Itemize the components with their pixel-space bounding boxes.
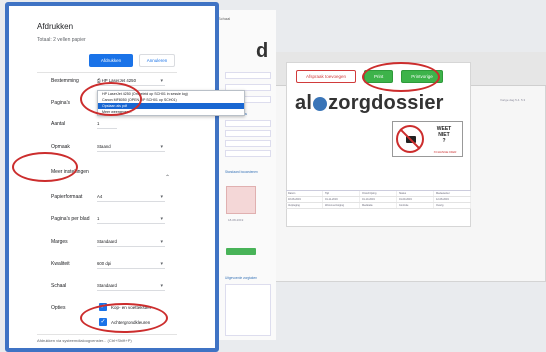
preview-label: Schaal bbox=[218, 16, 231, 21]
dropdown-option[interactable]: Meer weergeven... bbox=[98, 109, 244, 115]
divider bbox=[37, 334, 177, 335]
marges-value: Standaard bbox=[97, 239, 117, 244]
table-cell: 01-09-2019 bbox=[397, 197, 434, 202]
preview-alert-box bbox=[226, 186, 256, 214]
table-cell: Wond-verzorging bbox=[323, 203, 360, 208]
kwaliteit-value: 600 dpi bbox=[97, 261, 112, 266]
printer-dropdown: HP LaserJet 4250 (Omgeleid op SCH01 in s… bbox=[97, 90, 245, 116]
aantal-input[interactable]: 1 bbox=[97, 119, 117, 129]
row-label: Kwaliteit bbox=[51, 261, 70, 267]
afdrukken-button[interactable]: Afdrukken bbox=[89, 54, 133, 67]
table-cell: 01-10-2019 bbox=[360, 197, 397, 202]
weet-niet-panel: WEET NIET ? XCHANGE DIER bbox=[392, 121, 463, 157]
background-colors-checkbox[interactable]: ✓ bbox=[99, 318, 107, 326]
screenshot-canvas: Vorige dag 5.4. 5.3 Afspraak toevoegen P… bbox=[0, 0, 546, 352]
meer-instellingen-toggle[interactable]: Meer instellingen bbox=[51, 169, 89, 175]
weet-sub: XCHANGE DIER bbox=[433, 150, 457, 154]
preview-field bbox=[225, 140, 271, 147]
preview-section-heading: Uitgevoerde zorgtaken bbox=[225, 276, 258, 280]
table-cell: Overig bbox=[434, 203, 471, 208]
chevron-down-icon: ▾ bbox=[160, 239, 163, 245]
weet-line-3: ? bbox=[442, 138, 446, 144]
chevron-down-icon: ▾ bbox=[160, 144, 163, 150]
table-cell: Medewerker bbox=[434, 191, 471, 196]
preview-field bbox=[225, 120, 271, 127]
preview-list bbox=[225, 284, 271, 336]
table-cell: Verpleging bbox=[286, 203, 323, 208]
opmaak-value: Staand bbox=[97, 144, 111, 149]
print-button[interactable]: Print bbox=[364, 70, 394, 83]
schaal-value: Standaard bbox=[97, 283, 117, 288]
chevron-down-icon: ▾ bbox=[160, 216, 163, 222]
schaal-select[interactable]: Standaard ▾ bbox=[97, 281, 165, 291]
background-colors-label: Achtergrondkleuren bbox=[111, 320, 151, 325]
brand-prefix: al bbox=[295, 92, 313, 114]
afspraak-button[interactable]: Afspraak toevoegen bbox=[296, 70, 357, 83]
headers-footers-label: Kop- en voetteksten bbox=[111, 305, 152, 310]
table-cell: Controle bbox=[397, 203, 434, 208]
headers-footers-checkbox[interactable]: ✓ bbox=[99, 303, 107, 311]
opmaak-select[interactable]: Staand ▾ bbox=[97, 142, 165, 152]
table-cell: Omschrijving bbox=[360, 191, 397, 196]
annuleren-button[interactable]: Annuleren bbox=[139, 54, 175, 67]
row-label: Papierformaat bbox=[51, 194, 83, 200]
divider bbox=[37, 72, 177, 73]
row-label: Pagina's per blad bbox=[51, 216, 90, 222]
dialog-title: Afdrukken bbox=[37, 22, 74, 31]
row-label: Schaal bbox=[51, 283, 67, 289]
papierformaat-value: A4 bbox=[97, 194, 103, 199]
table-cell: Status bbox=[397, 191, 434, 196]
preview-date: 18-08-2019 bbox=[228, 218, 244, 222]
row-label: Marges bbox=[51, 239, 68, 245]
kwaliteit-select[interactable]: 600 dpi ▾ bbox=[97, 259, 165, 269]
row-label: Pagina's bbox=[51, 100, 71, 106]
table-cell: 18-08-2019 bbox=[286, 197, 323, 202]
background-toolbar: Afspraak toevoegen Print Printvorige bbox=[296, 70, 443, 83]
row-label: Aantal bbox=[51, 121, 66, 127]
dialog-subtitle: Totaal: 2 vellen papier bbox=[37, 37, 86, 43]
weet-niet-text: WEET NIET ? bbox=[430, 126, 458, 144]
brand-suffix: zorgdossier bbox=[328, 92, 444, 114]
preview-field bbox=[225, 130, 271, 137]
table-cell: 12-08-2019 bbox=[434, 197, 471, 202]
chevron-up-icon[interactable]: ⌃ bbox=[165, 174, 170, 181]
chevron-down-icon: ▾ bbox=[160, 283, 163, 289]
preview-big-letter: d bbox=[256, 40, 269, 62]
preview-field bbox=[225, 72, 271, 79]
row-label: Opmaak bbox=[51, 144, 70, 150]
row-label: Opties bbox=[51, 305, 66, 311]
brand-logo-icon bbox=[313, 97, 328, 111]
bestemming-select[interactable]: ⎙ HP LaserJet 4250 ▾ bbox=[97, 76, 165, 86]
table-cell: Tijd bbox=[323, 191, 360, 196]
table-row: Verpleging Wond-verzorging Medicatie Con… bbox=[286, 203, 471, 209]
chevron-down-icon: ▾ bbox=[160, 261, 163, 267]
no-camera-icon bbox=[396, 125, 424, 153]
bestemming-value: HP LaserJet 4250 bbox=[101, 78, 136, 83]
preview-table: Datum Tijd Omschrijving Status Medewerke… bbox=[286, 190, 471, 226]
brand-logo: al zorgdossier bbox=[295, 92, 444, 115]
bestemming-label: Bestemming bbox=[51, 78, 79, 84]
paginas-per-blad-select[interactable]: 1 ▾ bbox=[97, 214, 165, 224]
printvorige-button[interactable]: Printvorige bbox=[401, 70, 443, 83]
papierformaat-select[interactable]: A4 ▾ bbox=[97, 192, 165, 202]
system-dialog-link[interactable]: Afdrukken via systeemdialoogvenster... (… bbox=[37, 338, 167, 343]
preview-section-heading: Standaard bouwstenen bbox=[225, 170, 258, 174]
preview-green-button bbox=[226, 248, 256, 255]
table-cell: 01-11-2019 bbox=[323, 197, 360, 202]
side-text: Vorige dag 5.4. 5.3 bbox=[500, 98, 526, 102]
chevron-down-icon: ▾ bbox=[160, 78, 163, 84]
print-dialog: Afdrukken Totaal: 2 vellen papier Afdruk… bbox=[5, 2, 245, 352]
paginas-per-blad-value: 1 bbox=[97, 216, 100, 221]
table-cell: Datum bbox=[286, 191, 323, 196]
marges-select[interactable]: Standaard ▾ bbox=[97, 237, 165, 247]
preview-field bbox=[225, 150, 271, 157]
table-cell: Medicatie bbox=[360, 203, 397, 208]
chevron-down-icon: ▾ bbox=[160, 194, 163, 200]
